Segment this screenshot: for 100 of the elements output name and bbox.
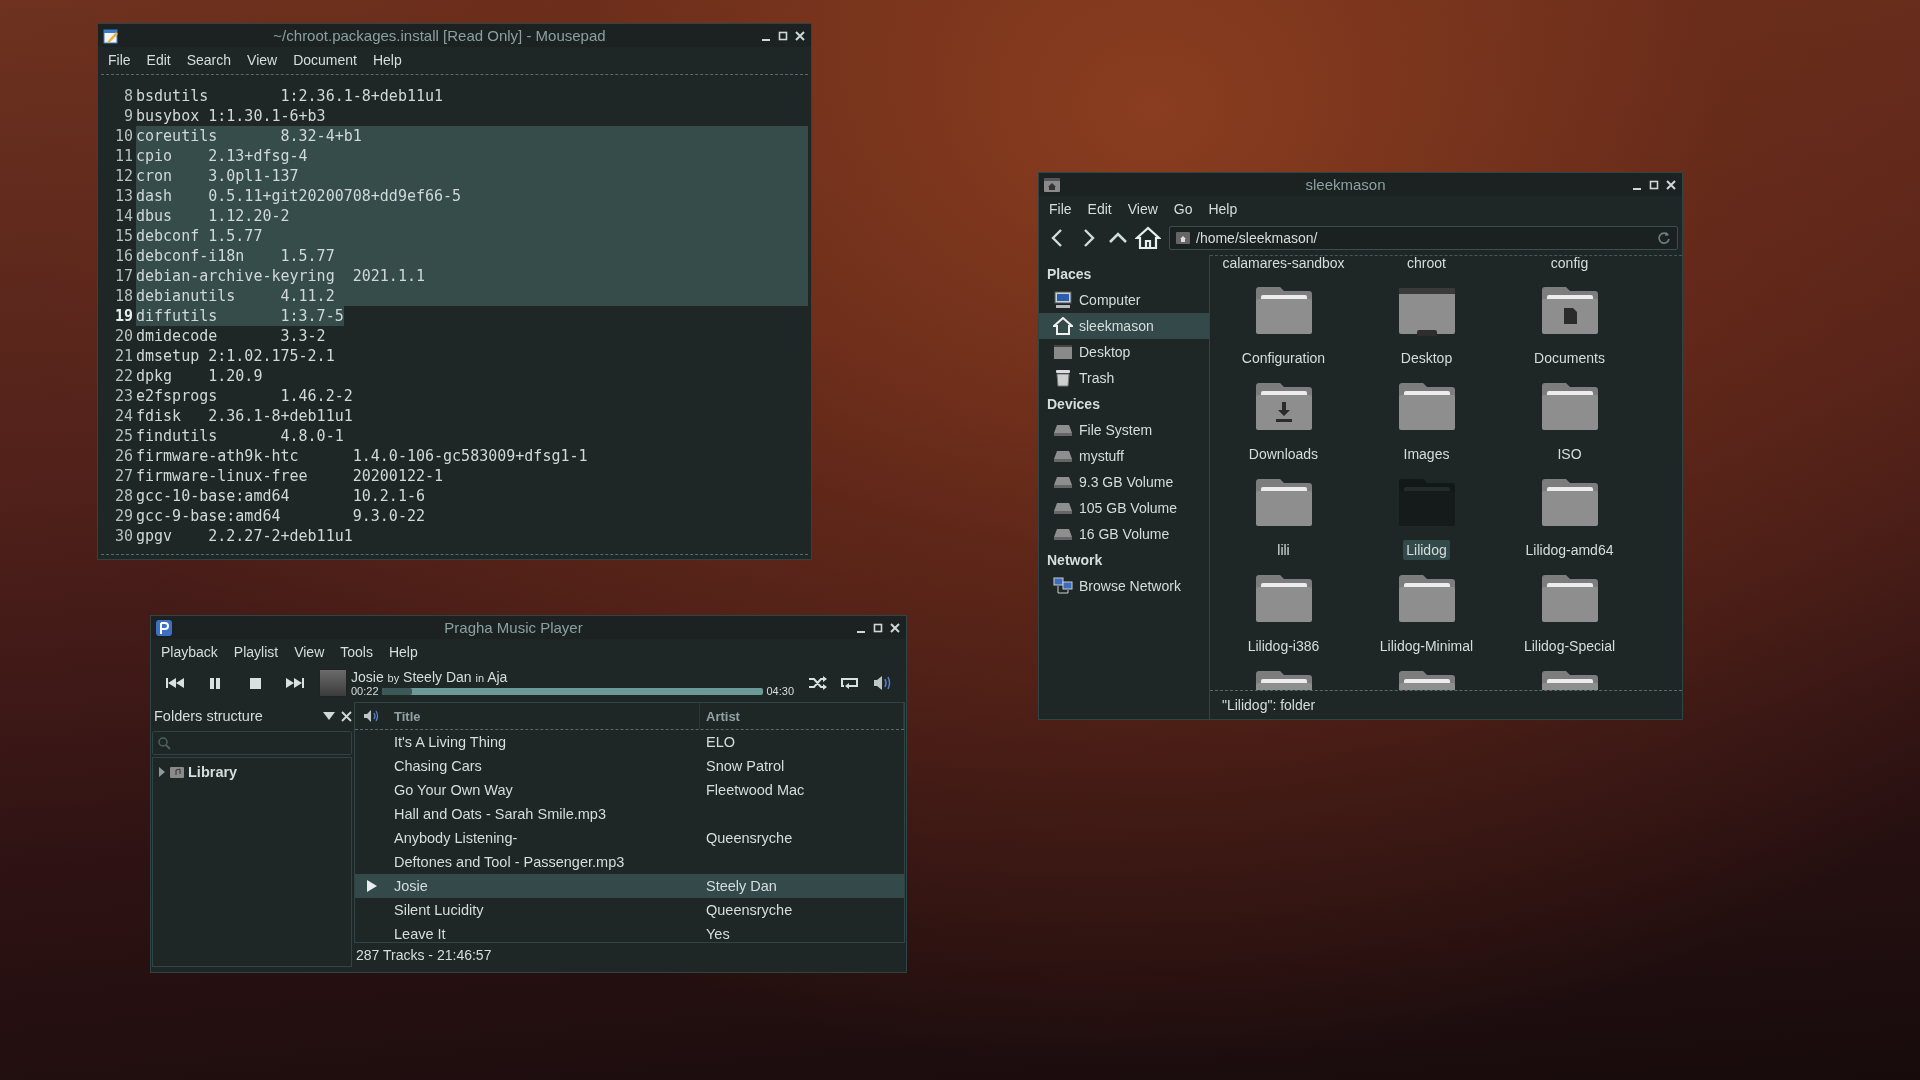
track-title[interactable]: Leave It (388, 926, 700, 942)
folder-icon[interactable] (1541, 286, 1598, 336)
line-number: 23 (113, 386, 134, 406)
sidebar-item[interactable]: 105 GB Volume (1039, 495, 1209, 521)
folder-icon[interactable] (1541, 478, 1598, 528)
repeat-icon[interactable] (840, 675, 860, 691)
line-number: 18 (113, 286, 134, 306)
line-number: 22 (113, 366, 134, 386)
artist-name[interactable]: Queensryche (700, 830, 904, 846)
sidebar-item[interactable]: mystuff (1039, 443, 1209, 469)
artist-name[interactable]: Queensryche (700, 902, 904, 918)
menu-item[interactable]: Document (285, 51, 365, 68)
menu-item[interactable]: Help (364, 51, 410, 68)
track-title[interactable]: Chasing Cars (388, 758, 700, 774)
maximize-icon[interactable] (1648, 178, 1660, 191)
file-name[interactable]: calamares-sandbox (1212, 256, 1355, 272)
track-title[interactable]: Silent Lucidity (388, 902, 700, 918)
file-name[interactable]: config (1498, 256, 1641, 272)
track-title[interactable]: Anybody Listening- (388, 830, 700, 846)
sidebar-item[interactable]: File System (1039, 417, 1209, 443)
menu-item[interactable]: Go (1165, 200, 1201, 217)
maximize-icon[interactable] (872, 621, 884, 634)
artist-name[interactable]: Yes (700, 926, 904, 942)
artist-name[interactable]: Fleetwood Mac (700, 782, 904, 798)
progress-bar[interactable] (381, 687, 764, 695)
folder-icon[interactable] (1255, 574, 1312, 624)
code-line: debconf-i18n 1.5.77 (136, 246, 335, 266)
reload-icon[interactable] (1657, 231, 1671, 245)
file-name[interactable]: Lilidog-i386 (1244, 636, 1323, 656)
home-icon[interactable] (1135, 225, 1161, 251)
artist-name[interactable]: ELO (700, 734, 904, 750)
screen-icon (1053, 343, 1073, 361)
menu-item[interactable]: Help (380, 643, 426, 660)
sidebar-item[interactable]: Trash (1039, 365, 1209, 391)
menu-item[interactable]: View (239, 51, 286, 68)
file-name[interactable]: ISO (1554, 444, 1585, 464)
folder-icon[interactable] (1398, 574, 1455, 624)
column-header[interactable]: Artist (700, 703, 904, 729)
menu-item[interactable]: Tools (332, 643, 381, 660)
file-name[interactable]: Configuration (1238, 348, 1329, 368)
folder-icon[interactable] (1541, 574, 1598, 624)
stop-icon[interactable] (248, 676, 262, 690)
search-field[interactable] (152, 731, 352, 755)
menu-item[interactable]: View (286, 643, 333, 660)
next-icon[interactable] (285, 676, 305, 690)
menu-item[interactable]: File (1041, 200, 1080, 217)
artist-name[interactable]: Steely Dan (700, 878, 904, 894)
file-name[interactable]: Lilidog-amd64 (1522, 540, 1617, 560)
menu-item[interactable]: File (100, 51, 139, 68)
track-title[interactable]: Hall and Oats - Sarah Smile.mp3 (388, 806, 700, 822)
file-name[interactable]: Lilidog-Special (1520, 636, 1619, 656)
file-name[interactable]: Desktop (1397, 348, 1456, 368)
shuffle-icon[interactable] (808, 675, 828, 691)
artist-name: Steely Dan (403, 669, 472, 685)
line-number: 25 (113, 426, 134, 446)
menu-item[interactable]: Playback (153, 643, 226, 660)
file-name[interactable]: lili (1274, 540, 1293, 560)
file-name[interactable]: Lilidog (1403, 540, 1450, 560)
maximize-icon[interactable] (777, 29, 789, 42)
file-name[interactable]: Documents (1531, 348, 1608, 368)
menu-item[interactable]: View (1119, 200, 1166, 217)
file-name[interactable]: Downloads (1245, 444, 1322, 464)
location-field[interactable]: /home/sleekmason/ (1169, 226, 1678, 250)
tree-item[interactable]: Library (153, 762, 351, 782)
sidebar-item[interactable]: Browse Network (1039, 573, 1209, 599)
close-icon[interactable] (341, 710, 352, 722)
track-title[interactable]: Josie (388, 878, 700, 894)
dropdown-icon[interactable] (323, 712, 335, 720)
folder-icon[interactable] (1541, 382, 1598, 432)
close-icon[interactable] (794, 29, 806, 42)
close-icon[interactable] (1665, 178, 1677, 191)
track-title[interactable]: Go Your Own Way (388, 782, 700, 798)
artist-name[interactable]: Snow Patrol (700, 758, 904, 774)
sidebar-item[interactable]: Computer (1039, 287, 1209, 313)
file-name[interactable]: Lilidog-Minimal (1376, 636, 1477, 656)
menu-item[interactable]: Edit (138, 51, 179, 68)
total-time: 04:30 (766, 685, 794, 697)
previous-icon[interactable] (165, 676, 185, 690)
folder-icon[interactable] (1255, 478, 1312, 528)
sidebar-item[interactable]: 16 GB Volume (1039, 521, 1209, 547)
menu-item[interactable]: Edit (1079, 200, 1120, 217)
close-icon[interactable] (889, 621, 901, 634)
expand-arrow-icon[interactable] (158, 767, 166, 777)
menu-item[interactable]: Playlist (225, 643, 287, 660)
folder-icon[interactable] (1255, 382, 1312, 432)
track-title[interactable]: It's A Living Thing (388, 734, 700, 750)
folder-icon[interactable] (1398, 382, 1455, 432)
sidebar-item[interactable]: Desktop (1039, 339, 1209, 365)
track-title[interactable]: Deftones and Tool - Passenger.mp3 (388, 854, 700, 870)
menu-item[interactable]: Search (178, 51, 240, 68)
menu-item[interactable]: Help (1200, 200, 1246, 217)
sidebar-item[interactable]: sleekmason (1039, 313, 1209, 339)
file-name[interactable]: chroot (1355, 256, 1498, 272)
pause-icon[interactable] (208, 676, 222, 690)
file-name[interactable]: Images (1400, 444, 1453, 464)
volume-icon (362, 709, 381, 723)
column-header[interactable]: Title (388, 703, 700, 729)
sidebar-item[interactable]: 9.3 GB Volume (1039, 469, 1209, 495)
playlist-row[interactable]: Josie Steely Dan (355, 874, 904, 898)
folder-icon[interactable] (1255, 286, 1312, 336)
